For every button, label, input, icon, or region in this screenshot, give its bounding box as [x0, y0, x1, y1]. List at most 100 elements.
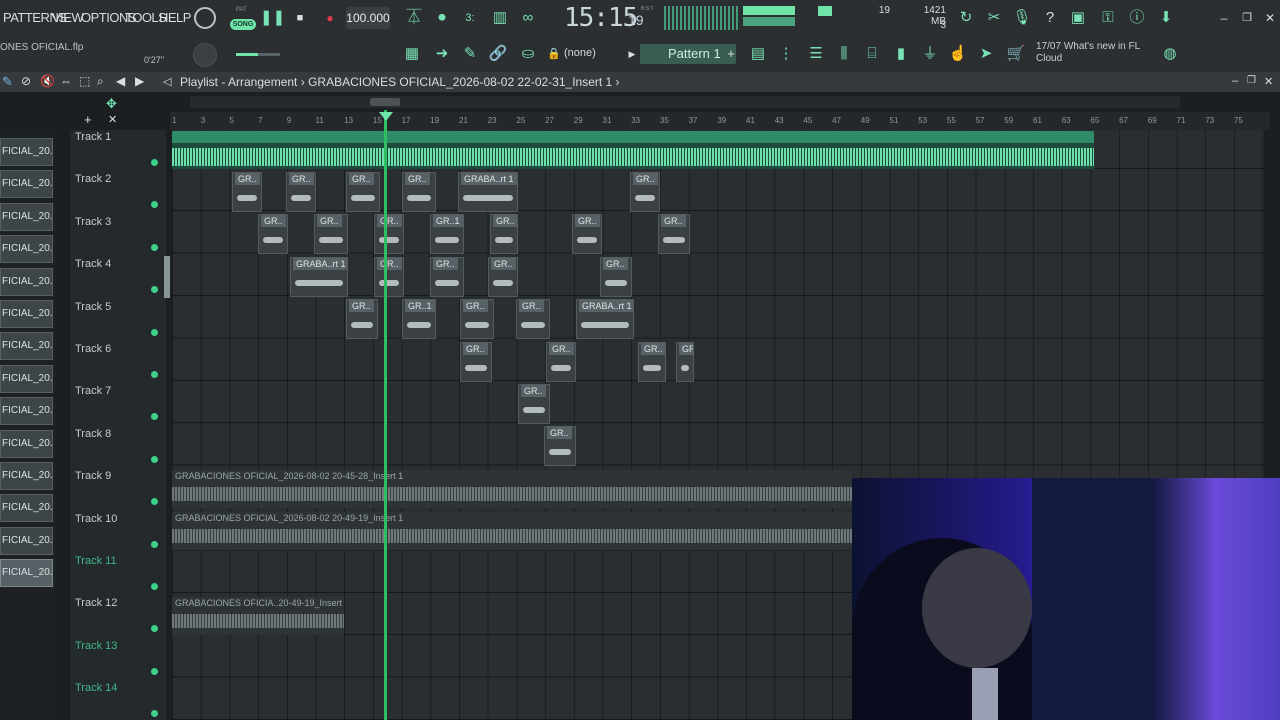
picker-item[interactable]: FICIAL_20.. [0, 332, 53, 361]
add-pattern-icon[interactable]: + [721, 44, 741, 64]
audio-clip[interactable]: GR.. [314, 214, 348, 255]
audio-clip[interactable]: GRABA..rt 1 [290, 256, 348, 297]
audio-clip[interactable]: GR.. [518, 384, 550, 424]
tool-mute-icon[interactable]: 🔇 [40, 74, 55, 88]
playhead-marker-icon[interactable] [379, 112, 393, 121]
brush-icon[interactable]: ✎ [460, 44, 480, 64]
master-volume-knob[interactable] [194, 7, 216, 29]
picker-item[interactable]: FICIAL_20.. [0, 235, 53, 264]
audio-clip[interactable]: GR..1 [430, 214, 464, 255]
audio-clip[interactable]: GR.. [286, 172, 316, 212]
track-name[interactable]: Track 4 [75, 258, 111, 270]
audio-clip[interactable]: GR.. [676, 341, 694, 382]
snap-icon[interactable]: ▦ [402, 44, 422, 64]
reload-icon[interactable]: ↻ [956, 8, 976, 28]
audio-clip[interactable]: GR.. [546, 341, 576, 382]
pat-mode-label[interactable]: PAT [236, 7, 247, 13]
track-name[interactable]: Track 10 [75, 513, 117, 525]
audio-clip[interactable]: GR.. [258, 214, 288, 255]
audio-clip[interactable]: GR.. [460, 299, 494, 340]
scrollbar-thumb[interactable] [370, 98, 400, 106]
track-name[interactable]: Track 11 [75, 555, 117, 567]
audio-clip[interactable]: GR.. [374, 256, 404, 297]
lock-icon[interactable]: 🔒 [544, 44, 564, 64]
picker-item[interactable]: FICIAL_20.. [0, 397, 53, 426]
file-icon[interactable]: ▮ [891, 44, 911, 64]
picker-item[interactable]: FICIAL_20.. [0, 429, 53, 458]
audio-clip[interactable]: GR.. [544, 426, 576, 467]
playlist-icon[interactable]: ▤ [748, 44, 768, 64]
track-resize-handle[interactable] [164, 256, 170, 298]
audio-clip[interactable]: GR.. [516, 299, 550, 340]
cart-icon[interactable]: 🛒 [1006, 44, 1026, 64]
tool-zoom-icon[interactable]: ⌕ [97, 74, 104, 89]
track-name[interactable]: Track 7 [75, 385, 111, 397]
send-icon[interactable]: ➤ [976, 44, 996, 64]
audio-clip[interactable]: GR.. [430, 256, 464, 297]
news-panel[interactable]: 17/07 What's new in FL Cloud [1036, 41, 1140, 65]
step-edit-icon[interactable]: ▥ [490, 8, 510, 28]
playhead[interactable] [384, 110, 387, 720]
menu-view[interactable]: VIEW [52, 10, 84, 25]
tool-pencil-icon[interactable]: ✎ [2, 74, 13, 90]
tool-select-icon[interactable]: ⬚ [79, 74, 90, 88]
track-enable-led[interactable] [151, 667, 158, 675]
info-icon[interactable]: ⓘ [1127, 8, 1147, 28]
track-enable-led[interactable] [151, 583, 158, 590]
track-name[interactable]: Track 2 [75, 173, 111, 185]
audio-clip[interactable]: GR..1 [402, 299, 436, 340]
horizontal-scrollbar[interactable] [190, 96, 1180, 108]
audio-clip[interactable]: GR.. [346, 299, 378, 340]
audio-clip[interactable]: GR.. [460, 341, 492, 382]
tool-slip-icon[interactable]: ⇔ [60, 74, 72, 88]
track-name[interactable]: Track 3 [75, 216, 111, 228]
audio-clip[interactable]: GR.. [488, 256, 518, 297]
touch-icon[interactable]: ☝ [948, 44, 968, 64]
clip-beat[interactable]: Cris MJ Type Beat - "Malvada" Reggaeton … [172, 131, 1094, 169]
channel-rack-icon[interactable]: ☰ [806, 44, 826, 64]
clear-icon[interactable]: ✕ [108, 113, 117, 126]
arrow-right-icon[interactable]: ➜ [432, 44, 452, 64]
none-selector[interactable]: (none) [564, 47, 596, 59]
piano-roll-icon[interactable]: ⋮ [776, 44, 796, 64]
stop-icon[interactable]: ■ [290, 8, 310, 28]
track-name[interactable]: Track 13 [75, 640, 117, 652]
audio-clip[interactable]: GR.. [630, 172, 660, 212]
playlist-minimize-icon[interactable]: – [1232, 75, 1238, 87]
picker-item[interactable]: FICIAL_20.. [0, 462, 53, 490]
playlist-arrow-icon[interactable]: ◁ [163, 75, 171, 88]
playlist-maximize-icon[interactable]: ❐ [1247, 75, 1256, 86]
track-name[interactable]: Track 1 [75, 131, 111, 143]
clip-track-10[interactable]: GRABACIONES OFICIAL_2026-08-02 20-49-19_… [172, 512, 852, 550]
audio-clip[interactable]: GR.. [658, 214, 690, 255]
audio-clip[interactable]: GR.. [638, 341, 666, 382]
master-pitch-knob[interactable] [193, 43, 217, 67]
track-enable-led[interactable] [151, 159, 158, 166]
audio-clip[interactable]: GR.. [600, 256, 632, 297]
picker-item[interactable]: FICIAL_20.. [0, 364, 53, 393]
audio-clip[interactable]: GR.. [232, 172, 262, 212]
track-enable-led[interactable] [151, 371, 158, 378]
download-icon[interactable]: ⬇ [1156, 8, 1176, 28]
audio-clip[interactable]: GR.. [346, 172, 380, 212]
picker-item[interactable]: FICIAL_20.. [0, 526, 53, 555]
track-name[interactable]: Track 6 [75, 343, 111, 355]
clip-track-12[interactable]: GRABACIONES OFICIA..20-49-19_Insert 1 [172, 597, 344, 635]
plugin-picker-icon[interactable]: ⏚ [920, 44, 940, 64]
mixer-icon[interactable]: ⫼ [834, 44, 854, 64]
track-name[interactable]: Track 8 [75, 428, 111, 440]
track-name[interactable]: Track 5 [75, 301, 111, 313]
pause-icon[interactable]: ❚❚ [260, 8, 285, 28]
browser-icon[interactable]: ⌸ [862, 44, 882, 64]
add-track-icon[interactable]: + [84, 112, 92, 127]
metronome-icon[interactable]: ⏄ [404, 8, 424, 28]
picker-item[interactable]: FICIAL_20.. [0, 138, 53, 166]
track-name[interactable]: Track 14 [75, 682, 117, 694]
track-enable-led[interactable] [151, 328, 158, 336]
tool-delete-icon[interactable]: ⊘ [21, 74, 31, 88]
microphone-icon[interactable]: 🎙 [1012, 8, 1032, 28]
audio-clip[interactable]: GR.. [572, 214, 602, 255]
tempo-display[interactable]: 100.000 [346, 7, 390, 29]
globe-icon[interactable]: ◍ [1160, 44, 1180, 64]
playlist-close-icon[interactable]: ✕ [1264, 75, 1273, 88]
